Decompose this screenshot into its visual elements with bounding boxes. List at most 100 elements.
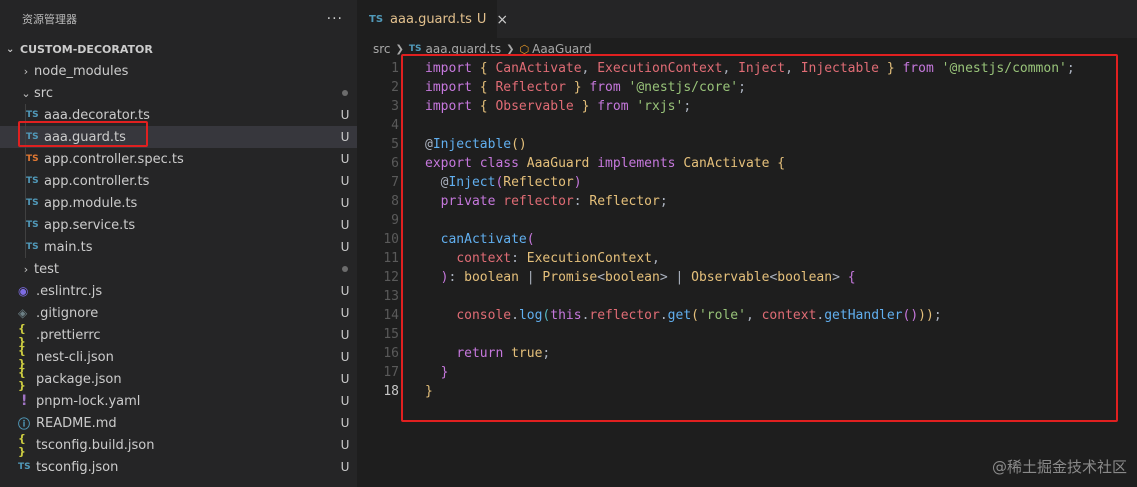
file-item[interactable]: TS aaa.decorator.ts U — [0, 104, 357, 126]
chevron-down-icon: ⌄ — [6, 43, 15, 55]
file-item[interactable]: TS app.service.ts U — [0, 214, 357, 236]
code-token: : — [573, 194, 590, 209]
explorer-header: 资源管理器 ··· — [0, 0, 357, 38]
code-line[interactable]: 17 } — [357, 363, 1137, 382]
code-token: ( — [526, 232, 535, 247]
file-item[interactable]: ◈ .gitignore U — [0, 302, 357, 324]
code-token: CanActivate — [683, 156, 770, 171]
code-token: class — [479, 156, 519, 171]
code-line[interactable]: 5 @Injectable() — [357, 135, 1137, 154]
git-status-badge: U — [340, 130, 350, 144]
indent-guide — [25, 104, 26, 126]
code-token: from — [597, 99, 629, 114]
code-line[interactable]: 13 — [357, 287, 1137, 306]
code-token: Reflector — [589, 194, 660, 209]
breadcrumb: src ❯ TS aaa.guard.ts ❯ ⬡ AaaGuard — [357, 38, 1137, 60]
file-item[interactable]: TS aaa.guard.ts U — [0, 126, 357, 148]
code-content: canActivate( — [399, 232, 535, 247]
more-actions-icon[interactable]: ··· — [327, 11, 343, 27]
file-name: aaa.decorator.ts — [44, 107, 150, 123]
file-name: node_modules — [34, 63, 129, 79]
git-status-badge: U — [340, 218, 350, 232]
typescript-file-icon: TS — [26, 198, 39, 208]
file-item[interactable]: TS main.ts U — [0, 236, 357, 258]
code-line[interactable]: 7 @Inject(Reflector) — [357, 173, 1137, 192]
code-editor[interactable]: 1 import { CanActivate, ExecutionContext,… — [357, 59, 1137, 401]
code-content: export class AaaGuard implements CanActi… — [399, 156, 785, 171]
git-status-badge: U — [340, 394, 350, 408]
file-item[interactable]: TS app.controller.ts U — [0, 170, 357, 192]
code-line[interactable]: 4 — [357, 116, 1137, 135]
file-name: .eslintrc.js — [36, 283, 103, 299]
code-token: | — [518, 270, 543, 285]
indent-guide — [25, 236, 26, 258]
code-line[interactable]: 16 return true; — [357, 344, 1137, 363]
code-line[interactable]: 9 — [357, 211, 1137, 230]
code-token: ( — [691, 308, 699, 323]
code-token: import — [425, 80, 472, 95]
code-line[interactable]: 12 ): boolean | Promise<boolean> | Obser… — [357, 268, 1137, 287]
breadcrumb-file[interactable]: aaa.guard.ts — [426, 42, 502, 56]
folder-item[interactable]: › test — [0, 258, 357, 280]
file-item[interactable]: { } .prettierrc U — [0, 322, 357, 348]
file-item[interactable]: TS app.module.ts U — [0, 192, 357, 214]
file-item[interactable]: ⓘ README.md U — [0, 412, 357, 434]
git-status-badge: U — [340, 372, 350, 386]
file-item[interactable]: ◉ .eslintrc.js U — [0, 280, 357, 302]
indent-guide — [25, 214, 26, 236]
breadcrumb-folder[interactable]: src — [373, 42, 391, 56]
code-line[interactable]: 18} — [357, 382, 1137, 401]
file-name: main.ts — [44, 239, 93, 255]
typescript-file-icon: TS — [26, 242, 39, 252]
code-line[interactable]: 6 export class AaaGuard implements CanAct… — [357, 154, 1137, 173]
git-status-badge: U — [340, 306, 350, 320]
code-token: { — [479, 99, 488, 114]
code-token: , — [652, 251, 660, 266]
line-number: 15 — [383, 327, 399, 342]
code-content: context: ExecutionContext, — [399, 251, 660, 266]
file-item[interactable]: ! pnpm-lock.yaml U — [0, 390, 357, 412]
breadcrumb-symbol[interactable]: AaaGuard — [532, 42, 592, 56]
close-icon[interactable]: × — [496, 12, 508, 28]
git-status-badge: U — [340, 196, 350, 210]
watermark: @稀土掘金技术社区 — [991, 458, 1127, 476]
project-section-header[interactable]: ⌄ CUSTOM-DECORATOR — [0, 38, 357, 60]
folder-item[interactable]: › node_modules — [0, 60, 357, 82]
code-line[interactable]: 14 console.log(this.reflector.get('role'… — [357, 306, 1137, 325]
code-content: import { Observable } from 'rxjs'; — [399, 99, 691, 114]
file-name: nest-cli.json — [36, 349, 114, 365]
tab-status-badge: U — [476, 12, 487, 27]
file-item[interactable]: TS app.controller.spec.ts U — [0, 148, 357, 170]
code-line[interactable]: 2 import { Reflector } from '@nestjs/core… — [357, 78, 1137, 97]
typescript-file-icon: TS — [26, 132, 39, 142]
folder-item[interactable]: ⌄ src — [0, 82, 357, 104]
typescript-file-icon: TS — [26, 110, 39, 120]
file-item[interactable]: { } tsconfig.build.json U — [0, 432, 357, 458]
code-line[interactable]: 11 context: ExecutionContext, — [357, 249, 1137, 268]
code-token: Inject — [448, 175, 496, 190]
file-item[interactable]: TS tsconfig.json U — [0, 456, 357, 478]
modified-dot-badge — [333, 90, 357, 96]
file-item[interactable]: { } nest-cli.json U — [0, 344, 357, 370]
eslint-file-icon: ◉ — [18, 284, 29, 298]
code-line[interactable]: 1 import { CanActivate, ExecutionContext,… — [357, 59, 1137, 78]
code-line[interactable]: 8 private reflector: Reflector; — [357, 192, 1137, 211]
line-number: 3 — [391, 99, 399, 114]
code-token: CanActivate — [495, 61, 582, 76]
tab-aaa-guard[interactable]: TS aaa.guard.ts U × — [357, 0, 508, 38]
chevron-down-icon: ⌄ — [21, 86, 31, 100]
git-status-badge: U — [340, 438, 350, 452]
file-name: app.controller.spec.ts — [44, 151, 184, 167]
code-line[interactable]: 15 — [357, 325, 1137, 344]
code-token: , — [581, 61, 598, 76]
file-item[interactable]: { } package.json U — [0, 366, 357, 392]
code-line[interactable]: 3 import { Observable } from 'rxjs'; — [357, 97, 1137, 116]
code-line[interactable]: 10 canActivate( — [357, 230, 1137, 249]
